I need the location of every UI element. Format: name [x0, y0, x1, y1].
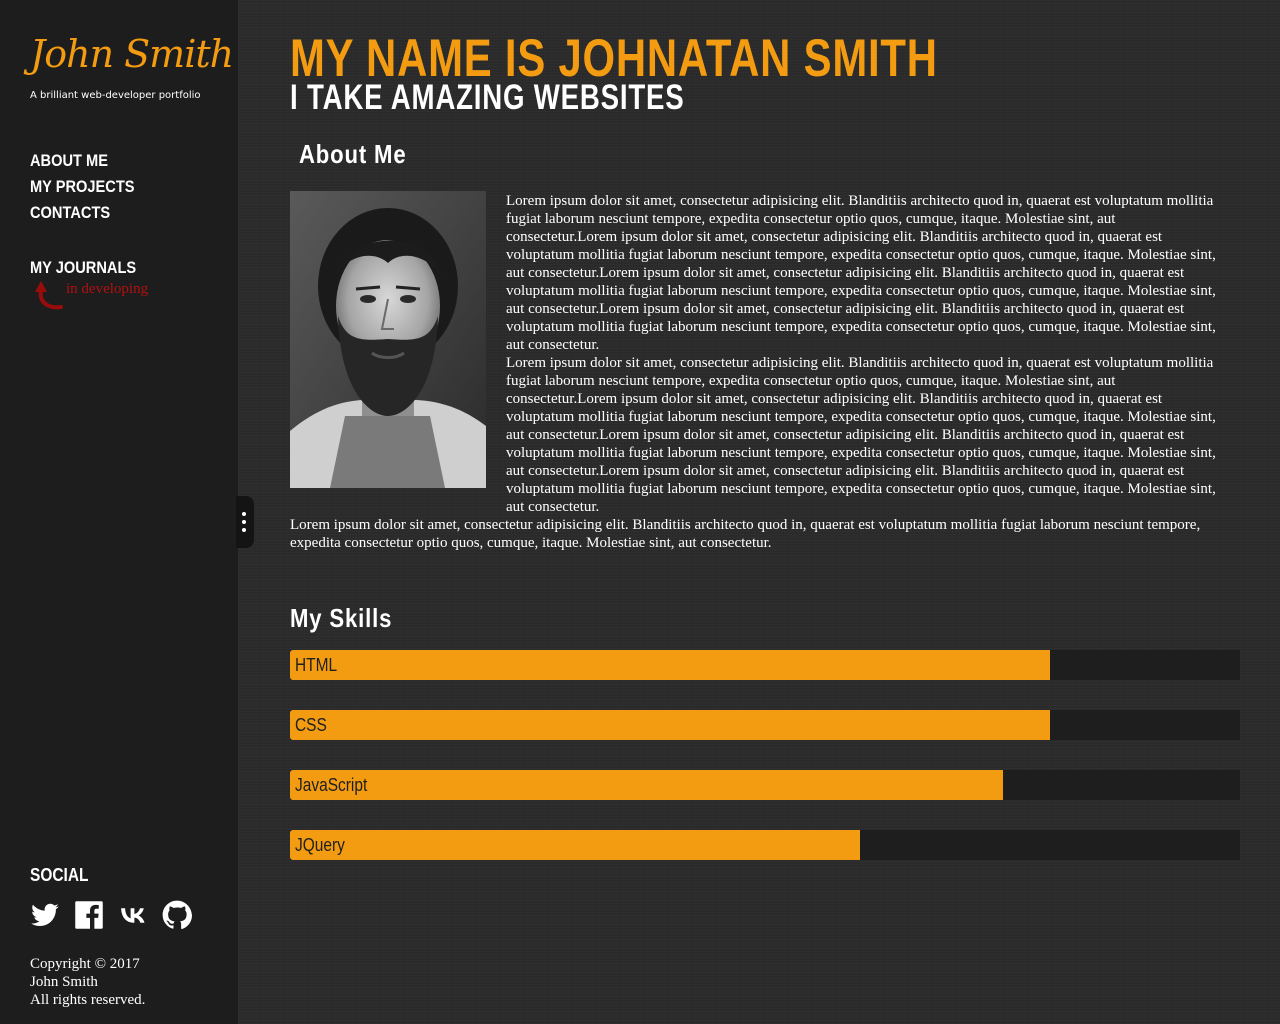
tagline: A brilliant web-developer portfolio: [30, 90, 201, 101]
nav-item-about-me[interactable]: ABOUT ME: [30, 148, 108, 174]
skill-fill: [290, 710, 1050, 740]
skill-fill: [290, 650, 1050, 680]
social-title: SOCIAL: [30, 865, 89, 885]
skill-label: JavaScript: [295, 775, 368, 795]
skill-fill: [290, 830, 860, 860]
main-nav: ABOUT ME MY PROJECTS CONTACTS: [30, 148, 152, 226]
about-paragraph: Lorem ipsum dolor sit amet, consectetur …: [290, 517, 1201, 551]
copyright-line: Copyright © 2017: [30, 956, 140, 972]
skill-bar-javascript: JavaScript: [290, 770, 1240, 800]
skills-list: HTML CSS JavaScript JQuery: [290, 650, 1240, 890]
about-me-heading: About Me: [299, 139, 407, 169]
copyright-rights: All rights reserved.: [30, 992, 146, 1008]
nav-item-my-journals[interactable]: MY JOURNALS: [30, 255, 136, 281]
my-skills-heading: My Skills: [290, 603, 393, 633]
nav-item-my-projects[interactable]: MY PROJECTS: [30, 174, 135, 200]
skill-label: HTML: [295, 655, 338, 675]
curved-arrow-icon: [35, 281, 63, 310]
skill-label: CSS: [295, 715, 327, 735]
page-subtitle: I TAKE AMAZING WEBSITES: [290, 78, 685, 117]
copyright: Copyright © 2017 John Smith All rights r…: [30, 955, 145, 1009]
nav-item-contacts[interactable]: CONTACTS: [30, 200, 110, 226]
in-developing-note: in developing: [66, 281, 149, 297]
facebook-icon[interactable]: [74, 900, 104, 930]
skill-bar-html: HTML: [290, 650, 1240, 680]
twitter-icon[interactable]: [30, 900, 60, 930]
about-me-text: Lorem ipsum dolor sit amet, consectetur …: [290, 191, 1220, 552]
sidebar-toggle-handle[interactable]: [236, 496, 254, 548]
copyright-owner: John Smith: [30, 974, 98, 990]
skill-bar-jquery: JQuery: [290, 830, 1240, 860]
skill-label: JQuery: [295, 835, 345, 855]
vk-icon[interactable]: [118, 900, 148, 930]
github-icon[interactable]: [162, 900, 192, 930]
skill-fill: [290, 770, 1003, 800]
skill-bar-css: CSS: [290, 710, 1240, 740]
logo[interactable]: John Smith: [30, 32, 234, 76]
sidebar: John Smith A brilliant web-developer por…: [0, 0, 238, 1024]
social-icons: [30, 900, 192, 930]
